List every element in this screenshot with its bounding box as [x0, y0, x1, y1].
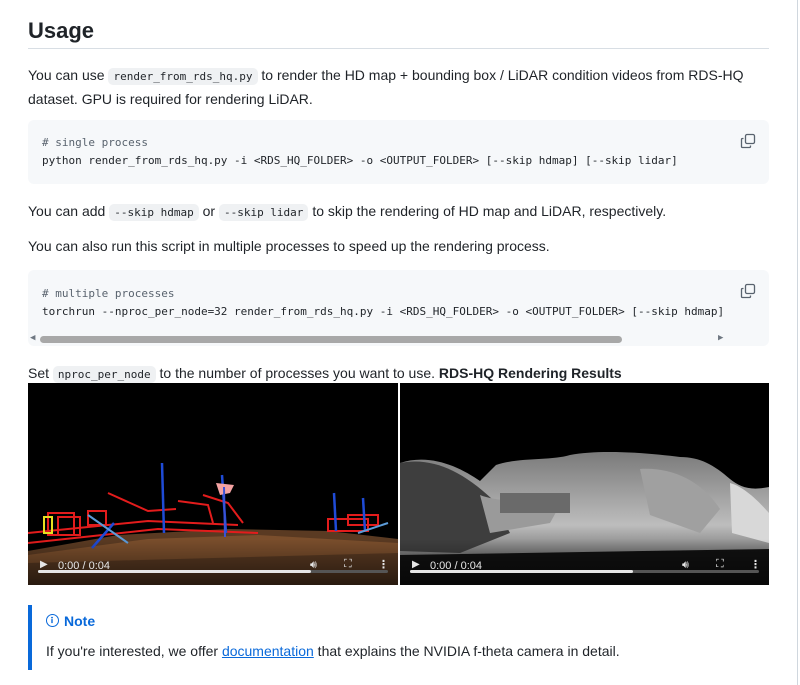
scroll-left-arrow[interactable]: ◀ — [30, 333, 35, 343]
video-player-hdmap[interactable]: ▶ 0:00 / 0:04 🔊︎ ⛶ ⋮ — [28, 383, 398, 585]
code-block-multi[interactable]: # multiple processes torchrun --nproc_pe… — [28, 270, 769, 346]
note-callout: Note If you're interested, we offer docu… — [28, 605, 773, 670]
intro-text-rest: to render the HD map + bounding box / Li… — [257, 67, 744, 83]
video-progress-bar[interactable] — [410, 570, 759, 573]
section-heading: Usage — [28, 18, 95, 43]
inline-code-script: render_from_rds_hq.py — [108, 68, 258, 85]
code-line: python render_from_rds_hq.py -i <RDS_HQ_… — [42, 154, 678, 167]
skip-paragraph: You can add --skip hdmap or --skip lidar… — [28, 203, 667, 221]
documentation-link[interactable]: documentation — [222, 643, 314, 659]
intro-paragraph: You can use render_from_rds_hq.py to ren… — [28, 64, 769, 110]
copy-icon[interactable] — [740, 283, 756, 299]
video-controls: ▶ 0:00 / 0:04 🔊︎ ⛶ ⋮ — [400, 539, 769, 585]
progress-fill — [410, 570, 634, 573]
inline-code-skip-hdmap: --skip hdmap — [109, 204, 199, 221]
inline-code-nproc: nproc_per_node — [52, 366, 156, 383]
play-icon[interactable]: ▶ — [40, 559, 48, 570]
video-controls: ▶ 0:00 / 0:04 🔊︎ ⛶ ⋮ — [28, 539, 398, 585]
multi-process-paragraph: You can also run this script in multiple… — [28, 238, 550, 254]
code-comment: # multiple processes — [42, 287, 175, 300]
code-line: torchrun --nproc_per_node=32 render_from… — [42, 305, 725, 318]
code-comment: # single process — [42, 136, 148, 149]
horizontal-scrollbar[interactable]: ◀ ▶ — [28, 332, 769, 346]
scrollbar-thumb[interactable] — [40, 336, 622, 343]
heading-divider — [28, 48, 769, 49]
page-right-border — [797, 0, 798, 685]
intro-text-line2: dataset. GPU is required for rendering L… — [28, 91, 313, 107]
copy-icon[interactable] — [740, 133, 756, 149]
note-text: If you're interested, we offer documenta… — [46, 643, 620, 659]
results-heading: RDS-HQ Rendering Results — [438, 365, 622, 381]
info-icon — [46, 614, 59, 627]
video-progress-bar[interactable] — [38, 570, 388, 573]
video-player-lidar[interactable]: ▶ 0:00 / 0:04 🔊︎ ⛶ ⋮ — [400, 383, 769, 585]
note-label: Note — [64, 613, 96, 629]
scroll-right-arrow[interactable]: ▶ — [718, 333, 723, 343]
play-icon[interactable]: ▶ — [412, 559, 420, 570]
code-block-single[interactable]: # single process python render_from_rds_… — [28, 120, 769, 184]
intro-text-start: You can use — [28, 67, 109, 83]
progress-fill — [38, 570, 311, 573]
inline-code-skip-lidar: --skip lidar — [218, 204, 309, 221]
